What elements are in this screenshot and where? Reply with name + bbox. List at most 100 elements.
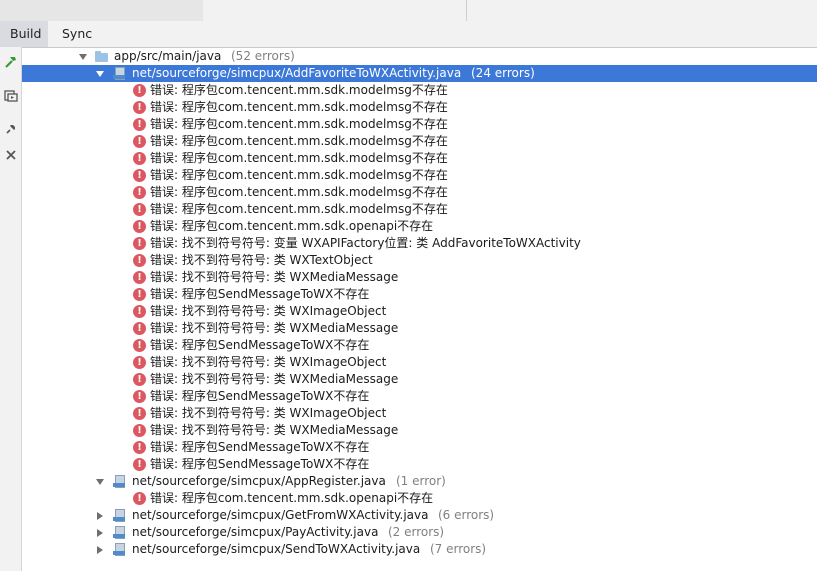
file-row[interactable]: net/sourceforge/simcpux/AddFavoriteToWXA…	[22, 65, 817, 82]
error-count: (7 errors)	[430, 542, 487, 556]
error-row[interactable]: ! 错误: 程序包com.tencent.mm.sdk.modelmsg不存在	[22, 82, 817, 99]
error-row[interactable]: ! 错误: 找不到符号符号: 类 WXMediaMessage	[22, 269, 817, 286]
file-path-label: net/sourceforge/simcpux/SendToWXActivity…	[132, 542, 421, 556]
expand-arrow-right-icon[interactable]	[95, 507, 105, 524]
error-row[interactable]: ! 错误: 程序包com.tencent.mm.sdk.modelmsg不存在	[22, 184, 817, 201]
error-count: (6 errors)	[438, 508, 495, 522]
error-message: 错误: 程序包com.tencent.mm.sdk.modelmsg不存在	[150, 83, 448, 97]
error-message: 错误: 程序包com.tencent.mm.sdk.openapi不存在	[150, 491, 434, 505]
error-row[interactable]: ! 错误: 找不到符号符号: 类 WXImageObject	[22, 303, 817, 320]
file-path-label: net/sourceforge/simcpux/PayActivity.java	[132, 525, 379, 539]
file-path-label: net/sourceforge/simcpux/GetFromWXActivit…	[132, 508, 429, 522]
tree-root-row[interactable]: app/src/main/java (52 errors)	[22, 48, 817, 65]
left-toolbar	[0, 47, 22, 571]
file-row[interactable]: net/sourceforge/simcpux/SendToWXActivity…	[22, 541, 817, 558]
top-strip-segment	[0, 0, 203, 21]
error-icon: !	[133, 135, 146, 148]
source-root-label: app/src/main/java	[114, 49, 222, 63]
expand-arrow-down-icon[interactable]	[95, 65, 105, 82]
error-message: 错误: 程序包com.tencent.mm.sdk.modelmsg不存在	[150, 185, 448, 199]
error-row[interactable]: ! 错误: 程序包SendMessageToWX不存在	[22, 456, 817, 473]
error-icon: !	[133, 271, 146, 284]
error-icon: !	[133, 390, 146, 403]
window-top-strip	[0, 0, 817, 22]
error-row[interactable]: ! 错误: 程序包com.tencent.mm.sdk.modelmsg不存在	[22, 133, 817, 150]
error-message: 错误: 程序包SendMessageToWX不存在	[150, 440, 370, 454]
error-icon: !	[133, 322, 146, 335]
file-row[interactable]: net/sourceforge/simcpux/AppRegister.java…	[22, 473, 817, 490]
hammer-icon[interactable]	[0, 53, 21, 71]
error-count: (2 errors)	[388, 525, 445, 539]
error-message: 错误: 找不到符号符号: 变量 WXAPIFactory位置: 类 AddFav…	[150, 236, 581, 250]
error-message: 错误: 程序包SendMessageToWX不存在	[150, 457, 370, 471]
error-message: 错误: 程序包com.tencent.mm.sdk.modelmsg不存在	[150, 117, 448, 131]
error-count: (52 errors)	[231, 49, 295, 63]
expand-arrow-right-icon[interactable]	[95, 541, 105, 558]
error-row[interactable]: ! 错误: 程序包com.tencent.mm.sdk.modelmsg不存在	[22, 150, 817, 167]
error-row[interactable]: ! 错误: 程序包SendMessageToWX不存在	[22, 337, 817, 354]
error-icon: !	[133, 441, 146, 454]
error-icon: !	[133, 458, 146, 471]
error-message: 错误: 找不到符号符号: 类 WXMediaMessage	[150, 372, 399, 386]
error-message: 错误: 程序包com.tencent.mm.sdk.modelmsg不存在	[150, 168, 448, 182]
error-count: (1 error)	[396, 474, 446, 488]
error-row[interactable]: ! 错误: 程序包com.tencent.mm.sdk.openapi不存在	[22, 218, 817, 235]
file-row[interactable]: net/sourceforge/simcpux/GetFromWXActivit…	[22, 507, 817, 524]
error-icon: !	[133, 407, 146, 420]
error-row[interactable]: ! 错误: 程序包com.tencent.mm.sdk.openapi不存在	[22, 490, 817, 507]
file-path-label: net/sourceforge/simcpux/AppRegister.java	[132, 474, 386, 488]
expand-arrow-down-icon[interactable]	[95, 473, 105, 490]
java-file-icon	[112, 525, 128, 540]
build-error-tree: app/src/main/java (52 errors) net/sourcefo…	[22, 48, 817, 571]
error-row[interactable]: ! 错误: 找不到符号符号: 类 WXMediaMessage	[22, 320, 817, 337]
error-row[interactable]: ! 错误: 找不到符号符号: 类 WXImageObject	[22, 405, 817, 422]
error-message: 错误: 程序包com.tencent.mm.sdk.modelmsg不存在	[150, 134, 448, 148]
error-icon: !	[133, 101, 146, 114]
error-message: 错误: 程序包SendMessageToWX不存在	[150, 287, 370, 301]
error-message: 错误: 找不到符号符号: 类 WXMediaMessage	[150, 321, 399, 335]
error-icon: !	[133, 305, 146, 318]
error-row[interactable]: ! 错误: 找不到符号符号: 类 WXMediaMessage	[22, 371, 817, 388]
error-message: 错误: 程序包SendMessageToWX不存在	[150, 389, 370, 403]
error-message: 错误: 程序包com.tencent.mm.sdk.modelmsg不存在	[150, 151, 448, 165]
build-tool-tabs: Build Sync	[0, 21, 817, 48]
error-icon: !	[133, 339, 146, 352]
error-message: 错误: 找不到符号符号: 类 WXMediaMessage	[150, 270, 399, 284]
error-message: 错误: 程序包com.tencent.mm.sdk.openapi不存在	[150, 219, 434, 233]
error-message: 错误: 找不到符号符号: 类 WXTextObject	[150, 253, 373, 267]
error-row[interactable]: ! 错误: 程序包SendMessageToWX不存在	[22, 439, 817, 456]
error-icon: !	[133, 288, 146, 301]
error-message: 错误: 程序包com.tencent.mm.sdk.modelmsg不存在	[150, 202, 448, 216]
error-row[interactable]: ! 错误: 程序包SendMessageToWX不存在	[22, 388, 817, 405]
java-file-icon	[112, 66, 128, 81]
error-icon: !	[133, 152, 146, 165]
tab-sync[interactable]: Sync	[52, 21, 102, 47]
error-icon: !	[133, 492, 146, 505]
file-path-label: net/sourceforge/simcpux/AddFavoriteToWXA…	[132, 66, 462, 80]
close-icon[interactable]	[0, 146, 21, 164]
error-row[interactable]: ! 错误: 程序包com.tencent.mm.sdk.modelmsg不存在	[22, 167, 817, 184]
error-icon: !	[133, 356, 146, 369]
error-row[interactable]: ! 错误: 程序包com.tencent.mm.sdk.modelmsg不存在	[22, 116, 817, 133]
error-message: 错误: 程序包com.tencent.mm.sdk.modelmsg不存在	[150, 100, 448, 114]
tab-build[interactable]: Build	[0, 21, 48, 47]
expand-arrow-right-icon[interactable]	[95, 524, 105, 541]
layout-icon[interactable]	[0, 87, 21, 105]
error-row[interactable]: ! 错误: 程序包SendMessageToWX不存在	[22, 286, 817, 303]
error-row[interactable]: ! 错误: 程序包com.tencent.mm.sdk.modelmsg不存在	[22, 201, 817, 218]
error-row[interactable]: ! 错误: 程序包com.tencent.mm.sdk.modelmsg不存在	[22, 99, 817, 116]
error-row[interactable]: ! 错误: 找不到符号符号: 变量 WXAPIFactory位置: 类 AddFa…	[22, 235, 817, 252]
error-row[interactable]: ! 错误: 找不到符号符号: 类 WXImageObject	[22, 354, 817, 371]
file-row[interactable]: net/sourceforge/simcpux/PayActivity.java…	[22, 524, 817, 541]
error-icon: !	[133, 203, 146, 216]
error-message: 错误: 找不到符号符号: 类 WXMediaMessage	[150, 423, 399, 437]
error-icon: !	[133, 118, 146, 131]
folder-icon	[92, 49, 108, 64]
error-icon: !	[133, 373, 146, 386]
error-icon: !	[133, 186, 146, 199]
expand-arrow-down-icon[interactable]	[78, 48, 88, 65]
error-row[interactable]: ! 错误: 找不到符号符号: 类 WXMediaMessage	[22, 422, 817, 439]
java-file-icon	[112, 508, 128, 523]
error-row[interactable]: ! 错误: 找不到符号符号: 类 WXTextObject	[22, 252, 817, 269]
pin-icon[interactable]	[0, 120, 21, 138]
